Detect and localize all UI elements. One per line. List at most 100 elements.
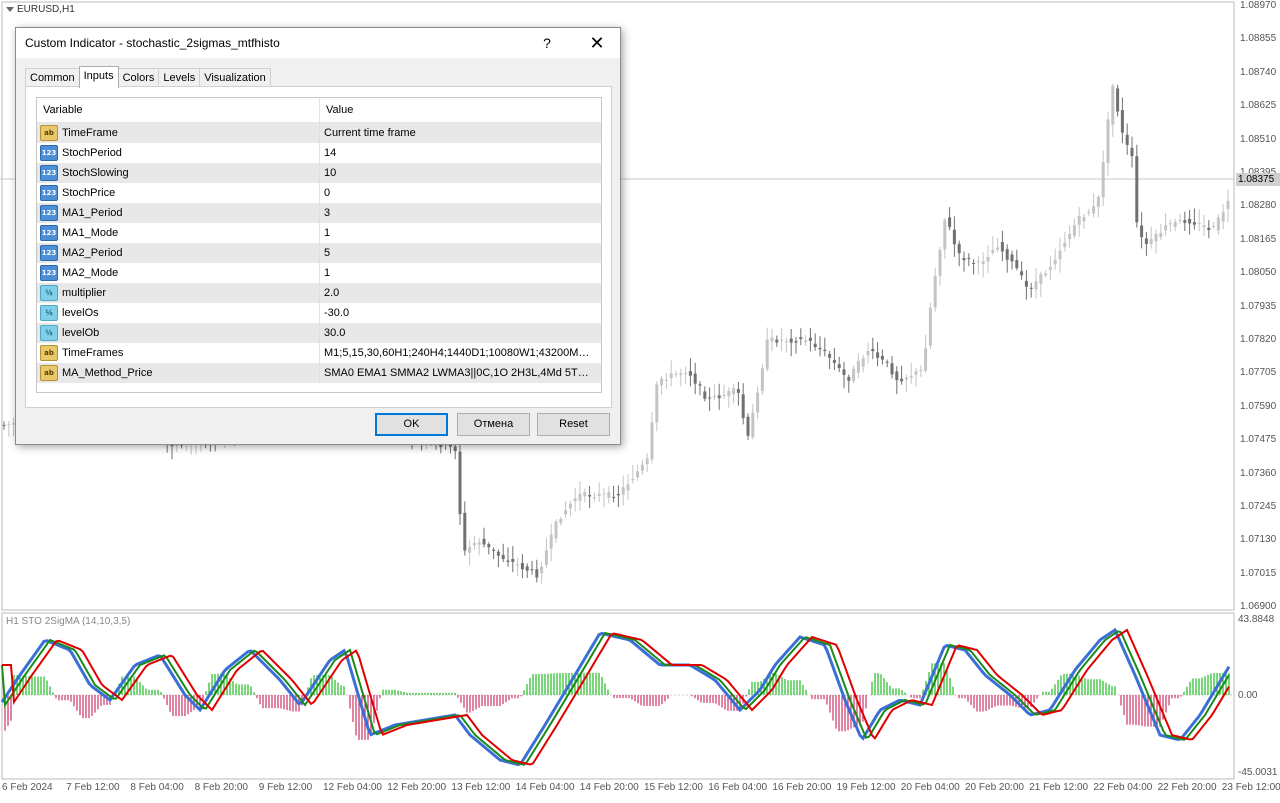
stochastic-line [0, 627, 1231, 767]
candle-body [1020, 271, 1024, 276]
value-cell[interactable]: 0 [320, 183, 594, 203]
table-row[interactable]: 123 StochSlowing 10 [37, 163, 601, 183]
table-row[interactable]: 123 StochPrice 0 [37, 183, 601, 203]
time-label: 14 Feb 20:00 [579, 782, 639, 793]
candle-body [895, 371, 899, 381]
integer-type-icon: 123 [40, 165, 58, 181]
candle-body [1135, 156, 1139, 223]
candle-body [175, 444, 179, 446]
candle-body [727, 390, 731, 396]
table-row[interactable]: ab TimeFrames M1;5,15,30,60H1;240H4;1440D1… [37, 343, 601, 363]
close-button[interactable]: ✕ [582, 31, 612, 55]
tab-inputs[interactable]: Inputs [78, 66, 119, 88]
ok-button[interactable]: OK [375, 413, 448, 436]
table-row[interactable]: 123 MA1_Period 3 [37, 203, 601, 223]
price-label: 1.08855 [1240, 33, 1277, 45]
candle-body [1140, 225, 1144, 238]
value-cell[interactable]: 5 [320, 243, 594, 263]
candle-body [885, 361, 889, 363]
value-cell[interactable]: 3 [320, 203, 594, 223]
candle-body [2, 424, 6, 426]
column-header-variable[interactable]: Variable [37, 98, 320, 122]
chart-menu-icon[interactable] [6, 7, 14, 12]
reset-button[interactable]: Reset [537, 413, 610, 436]
candle-body [655, 384, 659, 423]
value-cell[interactable]: 30.0 [320, 323, 594, 343]
candle-body [597, 493, 601, 497]
table-row[interactable]: ½ levelOb 30.0 [37, 323, 601, 343]
value-cell[interactable]: 14 [320, 143, 594, 163]
variable-cell: 123 StochSlowing [37, 163, 320, 183]
value-cell[interactable]: 1 [320, 223, 594, 243]
time-label: 14 Feb 04:00 [515, 782, 575, 793]
variable-name: MA_Method_Price [62, 367, 153, 379]
variable-cell: ab TimeFrame [37, 123, 320, 143]
candle-body [612, 496, 616, 498]
candle-body [1048, 266, 1052, 271]
variable-cell: 123 StochPrice [37, 183, 320, 203]
string-type-icon: ab [40, 365, 58, 381]
time-label: 7 Feb 12:00 [66, 782, 120, 793]
candle-body [760, 368, 764, 391]
candle-body [496, 551, 500, 556]
indicator-title: H1 STO 2SigMA (14,10,3,5) [6, 616, 131, 627]
candle-body [746, 416, 750, 436]
candle-body [674, 373, 678, 375]
candle-body [924, 348, 928, 371]
tab-colors[interactable]: Colors [117, 68, 160, 88]
dialog-tabs: Common Inputs Colors Levels Visualizatio… [25, 66, 271, 88]
candle-body [511, 559, 515, 562]
candle-body [904, 377, 908, 380]
candle-body [856, 360, 860, 373]
candle-body [588, 495, 592, 497]
table-row[interactable]: ab TimeFrame Current time frame [37, 123, 601, 143]
value-cell[interactable]: 10 [320, 163, 594, 183]
price-label: 1.08165 [1240, 233, 1277, 245]
table-row[interactable]: ab MA_Method_Price SMA0 EMA1 SMMA2 LWMA3||… [37, 363, 601, 383]
candle-body [535, 569, 539, 578]
candle-body [813, 343, 817, 348]
value-cell[interactable]: -30.0 [320, 303, 594, 323]
candle-body [525, 566, 529, 571]
candle-body [736, 389, 740, 393]
table-row[interactable]: ½ multiplier 2.0 [37, 283, 601, 303]
candle-body [832, 360, 836, 363]
table-row[interactable]: 123 MA1_Mode 1 [37, 223, 601, 243]
candle-body [669, 373, 673, 378]
candle-body [1000, 242, 1004, 252]
price-label: 1.07130 [1240, 534, 1277, 546]
candle-body [501, 554, 505, 560]
value-cell[interactable]: Current time frame [320, 123, 594, 143]
candle-body [808, 337, 812, 341]
table-row[interactable]: 123 MA2_Mode 1 [37, 263, 601, 283]
tab-visualization[interactable]: Visualization [199, 68, 271, 88]
help-button[interactable]: ? [536, 33, 558, 53]
candle-body [679, 373, 683, 375]
candle-body [698, 384, 702, 386]
table-row[interactable]: 123 MA2_Period 5 [37, 243, 601, 263]
candle-body [1015, 260, 1019, 269]
candle-body [1010, 254, 1014, 262]
table-row[interactable]: 123 StochPeriod 14 [37, 143, 601, 163]
candle-body [1034, 281, 1038, 290]
candle-body [837, 364, 841, 369]
variable-cell: ½ levelOb [37, 323, 320, 343]
integer-type-icon: 123 [40, 245, 58, 261]
candle-body [482, 538, 486, 545]
value-cell[interactable]: SMA0 EMA1 SMMA2 LWMA3||0C,1O 2H3L,4Md 5T… [320, 363, 594, 383]
tab-levels[interactable]: Levels [158, 68, 201, 88]
table-row[interactable]: ½ levelOs -30.0 [37, 303, 601, 323]
column-header-value[interactable]: Value [320, 98, 353, 122]
candle-body [1116, 88, 1120, 112]
value-cell[interactable]: 1 [320, 263, 594, 283]
price-label: 1.08625 [1240, 100, 1277, 112]
value-cell[interactable]: M1;5,15,30,60H1;240H4;1440D1;10080W1;432… [320, 343, 594, 363]
candle-body [1221, 212, 1225, 222]
cancel-button[interactable]: Отмена [457, 413, 530, 436]
value-cell[interactable]: 2.0 [320, 283, 594, 303]
tab-common[interactable]: Common [25, 68, 80, 88]
dialog-titlebar[interactable]: Custom Indicator - stochastic_2sigmas_mt… [16, 28, 620, 58]
candle-body [693, 373, 697, 384]
price-label: 1.07705 [1240, 367, 1277, 379]
candle-body [933, 275, 937, 308]
